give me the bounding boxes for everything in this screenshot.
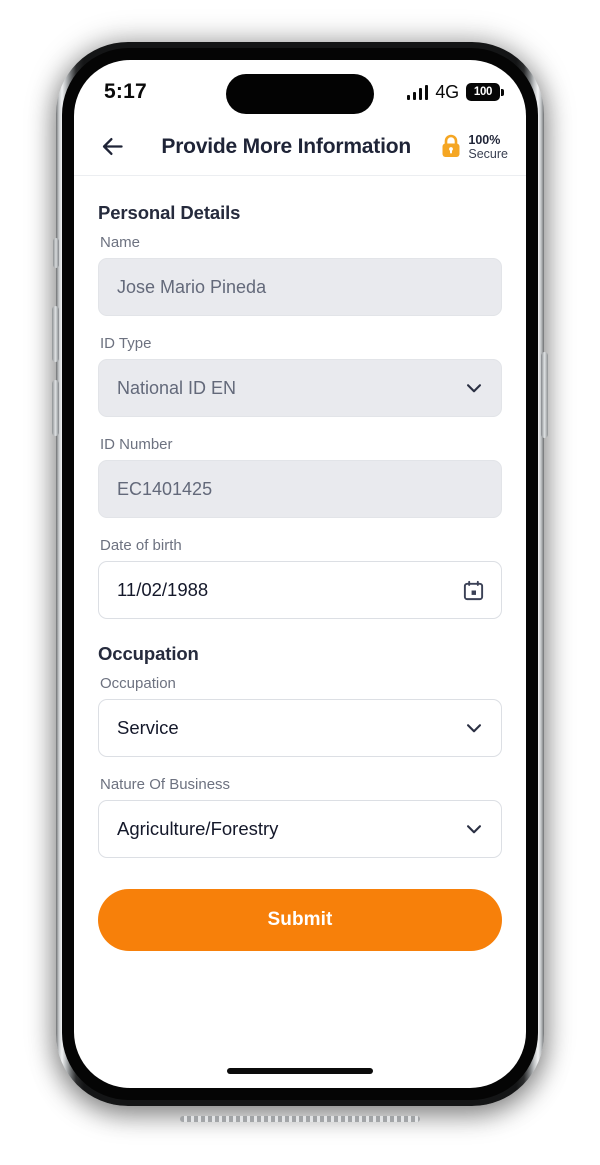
chevron-down-icon xyxy=(463,818,485,840)
phone-screen: 5:17 4G 100 Provide More Information 100… xyxy=(74,60,526,1088)
name-field-value: Jose Mario Pineda xyxy=(117,276,267,297)
id-number-field[interactable]: EC1401425 xyxy=(98,460,502,518)
label-id-number: ID Number xyxy=(100,436,173,453)
secure-text: 100% Secure xyxy=(468,133,508,161)
secure-label: Secure xyxy=(468,146,508,161)
battery-level-label: 100 xyxy=(473,86,493,98)
secure-percent: 100% xyxy=(468,132,501,147)
page-title: Provide More Information xyxy=(161,134,411,158)
signal-bars-icon xyxy=(406,84,429,100)
section-heading-personal-details: Personal Details xyxy=(98,202,241,223)
volume-down-button[interactable] xyxy=(52,380,59,436)
nature-of-business-value: Agriculture/Forestry xyxy=(117,818,279,839)
id-type-select[interactable]: National ID EN xyxy=(98,359,502,417)
volume-up-button[interactable] xyxy=(52,306,59,362)
label-nature-of-business: Nature Of Business xyxy=(100,776,231,793)
id-type-value: National ID EN xyxy=(117,377,237,398)
label-id-type: ID Type xyxy=(100,335,152,352)
chevron-down-icon xyxy=(463,377,485,399)
label-name: Name xyxy=(100,234,141,251)
section-heading-occupation: Occupation xyxy=(98,643,199,664)
form-body: Personal Details Name Jose Mario Pineda … xyxy=(74,176,526,951)
name-field[interactable]: Jose Mario Pineda xyxy=(98,258,502,316)
silence-switch[interactable] xyxy=(53,238,59,268)
occupation-select[interactable]: Service xyxy=(98,699,502,757)
label-occupation: Occupation xyxy=(100,675,176,692)
power-button[interactable] xyxy=(541,352,548,438)
chevron-down-icon xyxy=(463,717,485,739)
date-of-birth-value: 11/02/1988 xyxy=(117,579,209,600)
occupation-value: Service xyxy=(117,717,179,738)
submit-wrap: Submit xyxy=(98,877,502,951)
arrow-left-icon xyxy=(102,138,123,155)
label-date-of-birth: Date of birth xyxy=(100,537,182,554)
status-indicators: 4G 100 xyxy=(406,81,504,103)
screenshot-stage: 5:17 4G 100 Provide More Information 100… xyxy=(0,0,600,1165)
date-of-birth-field[interactable]: 11/02/1988 xyxy=(98,561,502,619)
app-header: Provide More Information 100% Secure xyxy=(74,118,526,176)
lock-icon xyxy=(442,134,460,157)
secure-badge: 100% Secure xyxy=(440,133,508,161)
home-indicator[interactable] xyxy=(227,1068,373,1074)
calendar-icon[interactable] xyxy=(462,579,485,602)
network-type-label: 4G xyxy=(435,81,459,102)
back-button[interactable] xyxy=(92,127,132,167)
battery-icon: 100 xyxy=(466,83,504,101)
speaker-grille xyxy=(180,1116,420,1122)
id-number-value: EC1401425 xyxy=(117,478,213,499)
status-time: 5:17 xyxy=(104,80,147,103)
nature-of-business-select[interactable]: Agriculture/Forestry xyxy=(98,800,502,858)
dynamic-island xyxy=(226,74,374,114)
status-bar: 5:17 4G 100 xyxy=(74,60,526,118)
submit-button[interactable]: Submit xyxy=(98,889,502,951)
